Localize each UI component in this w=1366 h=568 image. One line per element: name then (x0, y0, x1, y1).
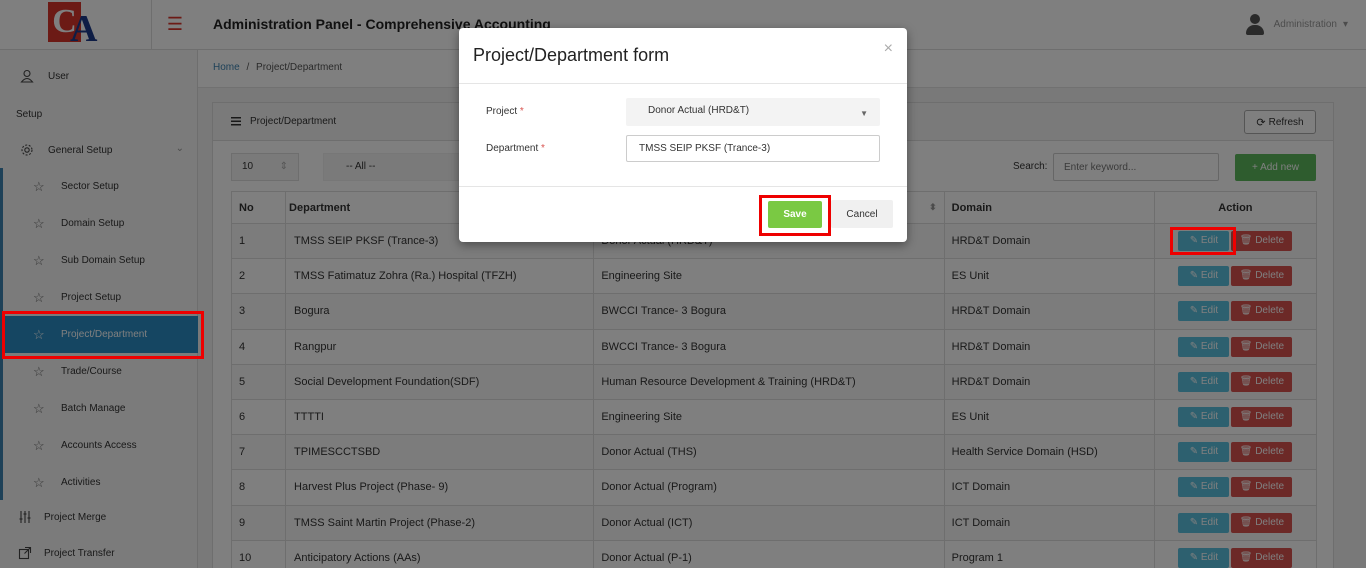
modal-footer: Save Cancel (459, 186, 907, 242)
close-icon[interactable]: × (884, 40, 893, 58)
department-label: Department * (486, 143, 545, 154)
highlight-box-sidebar (2, 311, 204, 359)
caret-down-icon: ▼ (860, 109, 868, 118)
modal-title: Project/Department form (473, 45, 670, 65)
highlight-box-edit (1170, 227, 1236, 255)
department-form-row: Department * (459, 135, 907, 163)
modal-header: Project/Department form × (459, 28, 907, 84)
department-input[interactable] (626, 135, 880, 162)
project-select[interactable]: Donor Actual (HRD&T) ▼ (626, 98, 880, 126)
highlight-box-save (759, 195, 831, 236)
project-label: Project * (486, 106, 524, 117)
project-department-modal: Project/Department form × Project * Dono… (459, 28, 907, 242)
cancel-button[interactable]: Cancel (831, 200, 893, 228)
project-select-value: Donor Actual (HRD&T) (648, 105, 750, 116)
project-form-row: Project * Donor Actual (HRD&T) ▼ (459, 98, 907, 126)
